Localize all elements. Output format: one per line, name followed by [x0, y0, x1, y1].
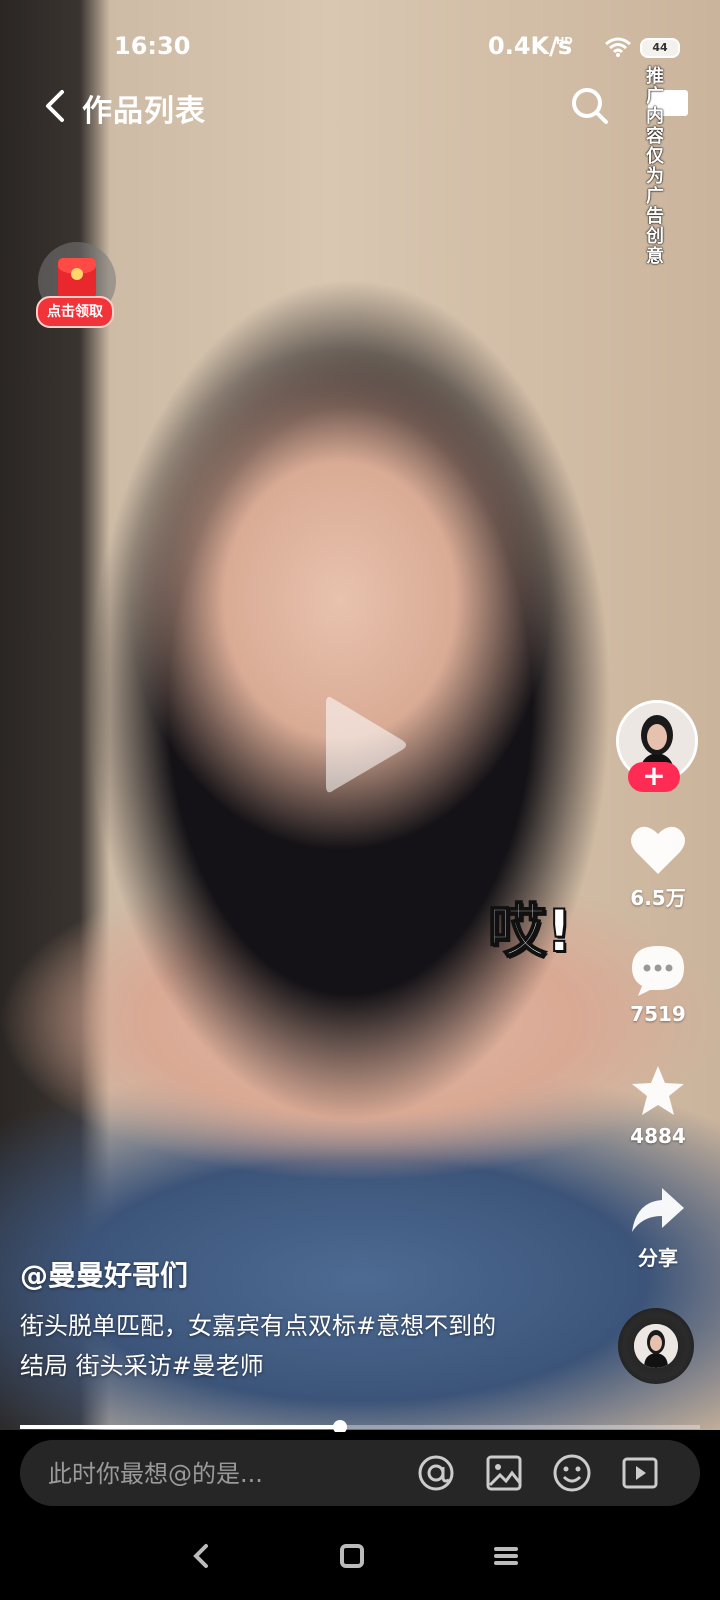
ad-notice: 推广内容仅为广告创意	[643, 66, 664, 266]
music-disc[interactable]	[618, 1308, 694, 1384]
system-menu-icon[interactable]	[486, 1536, 526, 1576]
red-envelope-seal	[71, 268, 83, 280]
music-cover-icon	[634, 1324, 678, 1368]
progress-fill	[20, 1425, 340, 1429]
top-nav: 作品列表	[0, 80, 720, 136]
author-name[interactable]: @曼曼好哥们	[20, 1254, 188, 1294]
comment-button[interactable]: 7519	[616, 944, 700, 1026]
system-home-icon[interactable]	[332, 1536, 372, 1576]
comment-bar	[20, 1440, 700, 1506]
heart-icon	[631, 826, 685, 874]
system-nav-bar	[0, 1514, 720, 1600]
system-back-icon[interactable]	[182, 1536, 222, 1576]
status-time: 16:30	[114, 32, 191, 60]
status-bar: 16:30 0.4K/s HD 44	[0, 0, 720, 90]
video-caption: 哎!	[487, 896, 573, 966]
battery-icon: 44	[640, 38, 680, 58]
search-icon[interactable]	[568, 84, 612, 128]
hd-signal-label: HD	[556, 36, 573, 47]
favorite-count: 4884	[630, 1124, 686, 1148]
progress-bar[interactable]	[20, 1420, 700, 1434]
video-icon[interactable]	[620, 1453, 660, 1493]
video-description: 街头脱单匹配，女嘉宾有点双标#意想不到的结局 街头采访#曼老师	[20, 1312, 497, 1380]
follow-button[interactable]: +	[628, 762, 680, 792]
wifi-icon	[605, 37, 631, 57]
red-packet-label: 点击领取	[36, 296, 114, 328]
back-icon[interactable]	[38, 86, 74, 126]
share-label: 分享	[638, 1246, 678, 1270]
red-packet-button[interactable]: 点击领取	[36, 242, 120, 332]
comment-icon	[632, 946, 684, 996]
comment-input[interactable]	[46, 1450, 410, 1498]
star-icon	[632, 1066, 684, 1115]
play-icon[interactable]	[320, 690, 410, 800]
like-button[interactable]: 6.5万	[616, 824, 700, 911]
at-icon[interactable]	[416, 1453, 456, 1493]
share-arrow-icon	[632, 1188, 684, 1232]
image-icon[interactable]	[484, 1453, 524, 1493]
favorite-button[interactable]: 4884	[616, 1064, 700, 1148]
share-button[interactable]: 分享	[616, 1186, 700, 1271]
like-count: 6.5万	[630, 886, 686, 910]
emoji-icon[interactable]	[552, 1453, 592, 1493]
comment-count: 7519	[630, 1002, 686, 1026]
page-title: 作品列表	[82, 94, 206, 129]
